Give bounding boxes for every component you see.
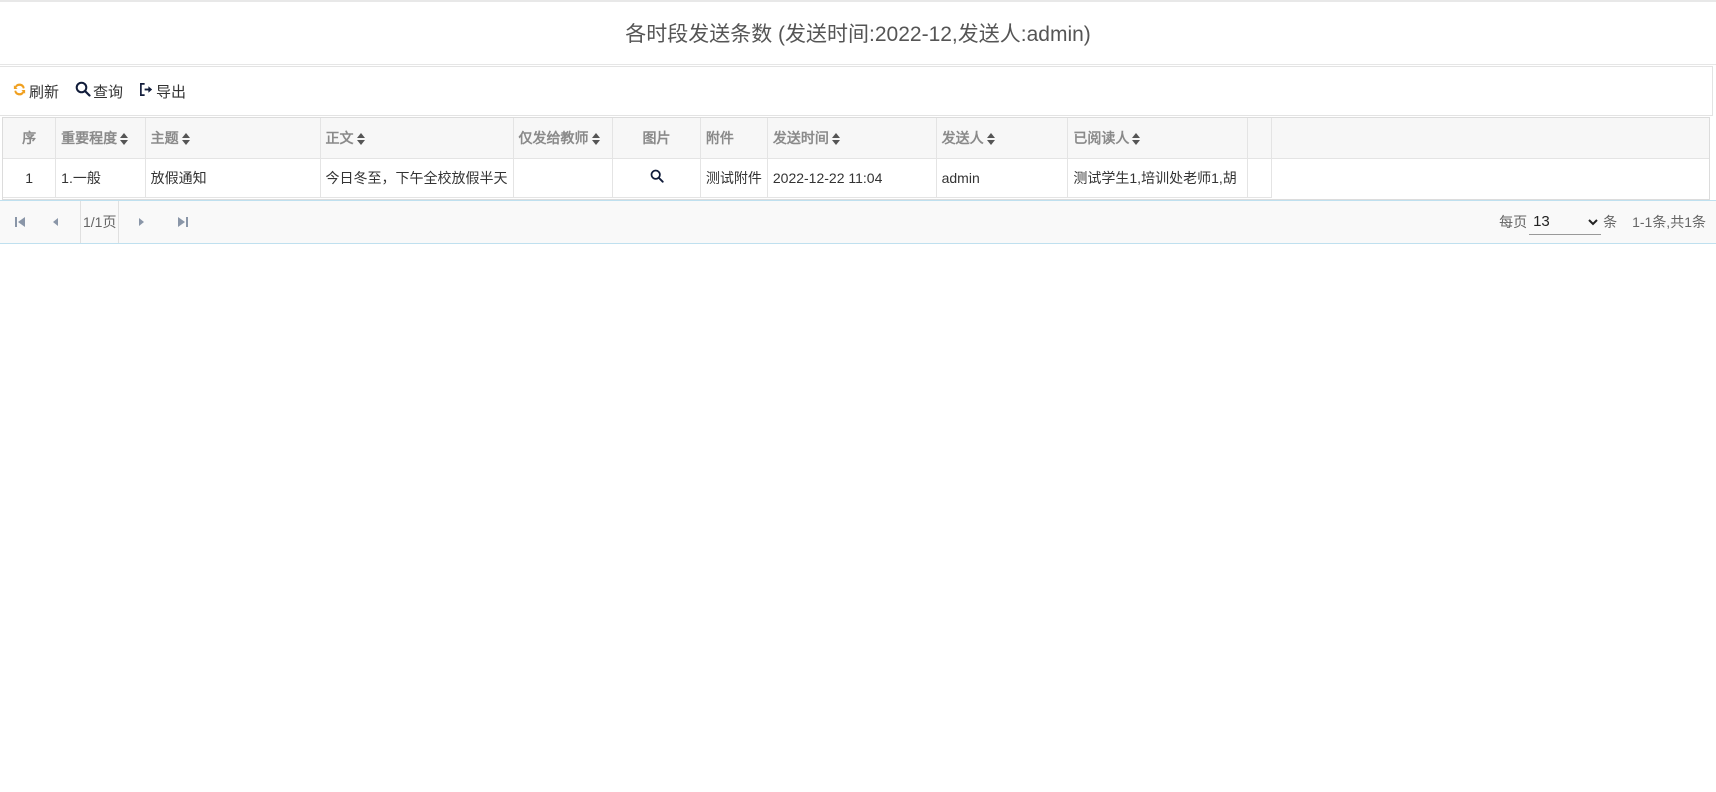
table-header-row: 序 重要程度 主题 正文 仅发给教师 图片 附件 发送时间 发送人 已阅读人 <box>3 118 1709 159</box>
col-header-body[interactable]: 正文 <box>320 118 514 159</box>
sort-icon <box>591 133 600 146</box>
col-header-filler <box>1271 118 1709 159</box>
col-header-sender[interactable]: 发送人 <box>936 118 1069 159</box>
sort-icon <box>120 133 129 146</box>
col-header-subject[interactable]: 主题 <box>145 118 321 159</box>
last-page-button[interactable] <box>175 214 191 230</box>
sort-icon <box>986 133 995 146</box>
page-title: 各时段发送条数 (发送时间:2022-12,发送人:admin) <box>0 0 1716 65</box>
cell-index: 1 <box>3 158 57 198</box>
total-info: 1-1条,共1条 <box>1632 214 1706 230</box>
table-row[interactable]: 1 1.一般 放假通知 今日冬至，下午全校放假半天 测试附件 2022-12-2… <box>3 158 1709 198</box>
col-header-send-time[interactable]: 发送时间 <box>767 118 937 159</box>
col-header-attachment: 附件 <box>700 118 768 159</box>
sort-icon <box>356 133 365 146</box>
pagination-bar: 1/1页 每页 13 条 1-1条,共1条 <box>0 200 1716 244</box>
query-button[interactable]: 查询 <box>75 81 123 102</box>
first-page-icon <box>15 217 25 227</box>
search-icon <box>75 81 93 101</box>
refresh-button[interactable]: 刷新 <box>12 81 59 102</box>
sort-icon <box>181 133 190 146</box>
sort-icon <box>1132 133 1141 146</box>
export-label: 导出 <box>156 83 187 101</box>
data-grid: 序 重要程度 主题 正文 仅发给教师 图片 附件 发送时间 发送人 已阅读人 1… <box>2 117 1710 200</box>
page-info: 1/1页 <box>80 201 120 243</box>
cell-importance: 1.一般 <box>55 158 146 198</box>
per-page-select[interactable]: 13 <box>1529 209 1602 235</box>
sort-icon <box>831 133 840 146</box>
page-size-group: 每页 13 条 1-1条,共1条 <box>1499 201 1706 243</box>
export-icon <box>139 82 156 101</box>
per-page-label: 每页 <box>1499 214 1528 230</box>
col-header-spacer <box>1247 118 1273 159</box>
cell-sender: admin <box>936 158 1069 198</box>
cell-body: 今日冬至，下午全校放假半天 <box>320 158 514 198</box>
cell-spacer <box>1247 158 1273 198</box>
refresh-icon <box>12 82 29 101</box>
cell-teachers-only <box>513 158 614 198</box>
cell-image <box>612 158 701 198</box>
per-page-unit: 条 <box>1603 214 1618 230</box>
col-header-index: 序 <box>3 118 57 159</box>
cell-send-time: 2022-12-22 11:04 <box>767 158 937 198</box>
first-page-button[interactable] <box>12 214 28 230</box>
col-header-readers[interactable]: 已阅读人 <box>1067 118 1249 159</box>
next-page-icon <box>139 218 144 226</box>
query-label: 查询 <box>93 83 124 101</box>
cell-subject: 放假通知 <box>145 158 321 198</box>
refresh-label: 刷新 <box>29 83 60 101</box>
notice-table: 序 重要程度 主题 正文 仅发给教师 图片 附件 发送时间 发送人 已阅读人 1… <box>3 118 1709 198</box>
prev-page-icon <box>53 218 58 226</box>
col-header-image: 图片 <box>612 118 701 159</box>
search-icon[interactable] <box>650 169 664 186</box>
cell-readers: 测试学生1,培训处老师1,胡 <box>1067 158 1249 198</box>
prev-page-button[interactable] <box>47 214 63 230</box>
col-header-importance[interactable]: 重要程度 <box>55 118 146 159</box>
export-button[interactable]: 导出 <box>139 81 186 102</box>
col-header-teachers-only[interactable]: 仅发给教师 <box>513 118 614 159</box>
next-page-button[interactable] <box>134 214 150 230</box>
cell-attachment[interactable]: 测试附件 <box>700 158 768 198</box>
last-page-icon <box>178 217 188 227</box>
toolbar: 刷新 查询 导出 <box>0 66 1713 116</box>
cell-filler <box>1272 158 1709 197</box>
